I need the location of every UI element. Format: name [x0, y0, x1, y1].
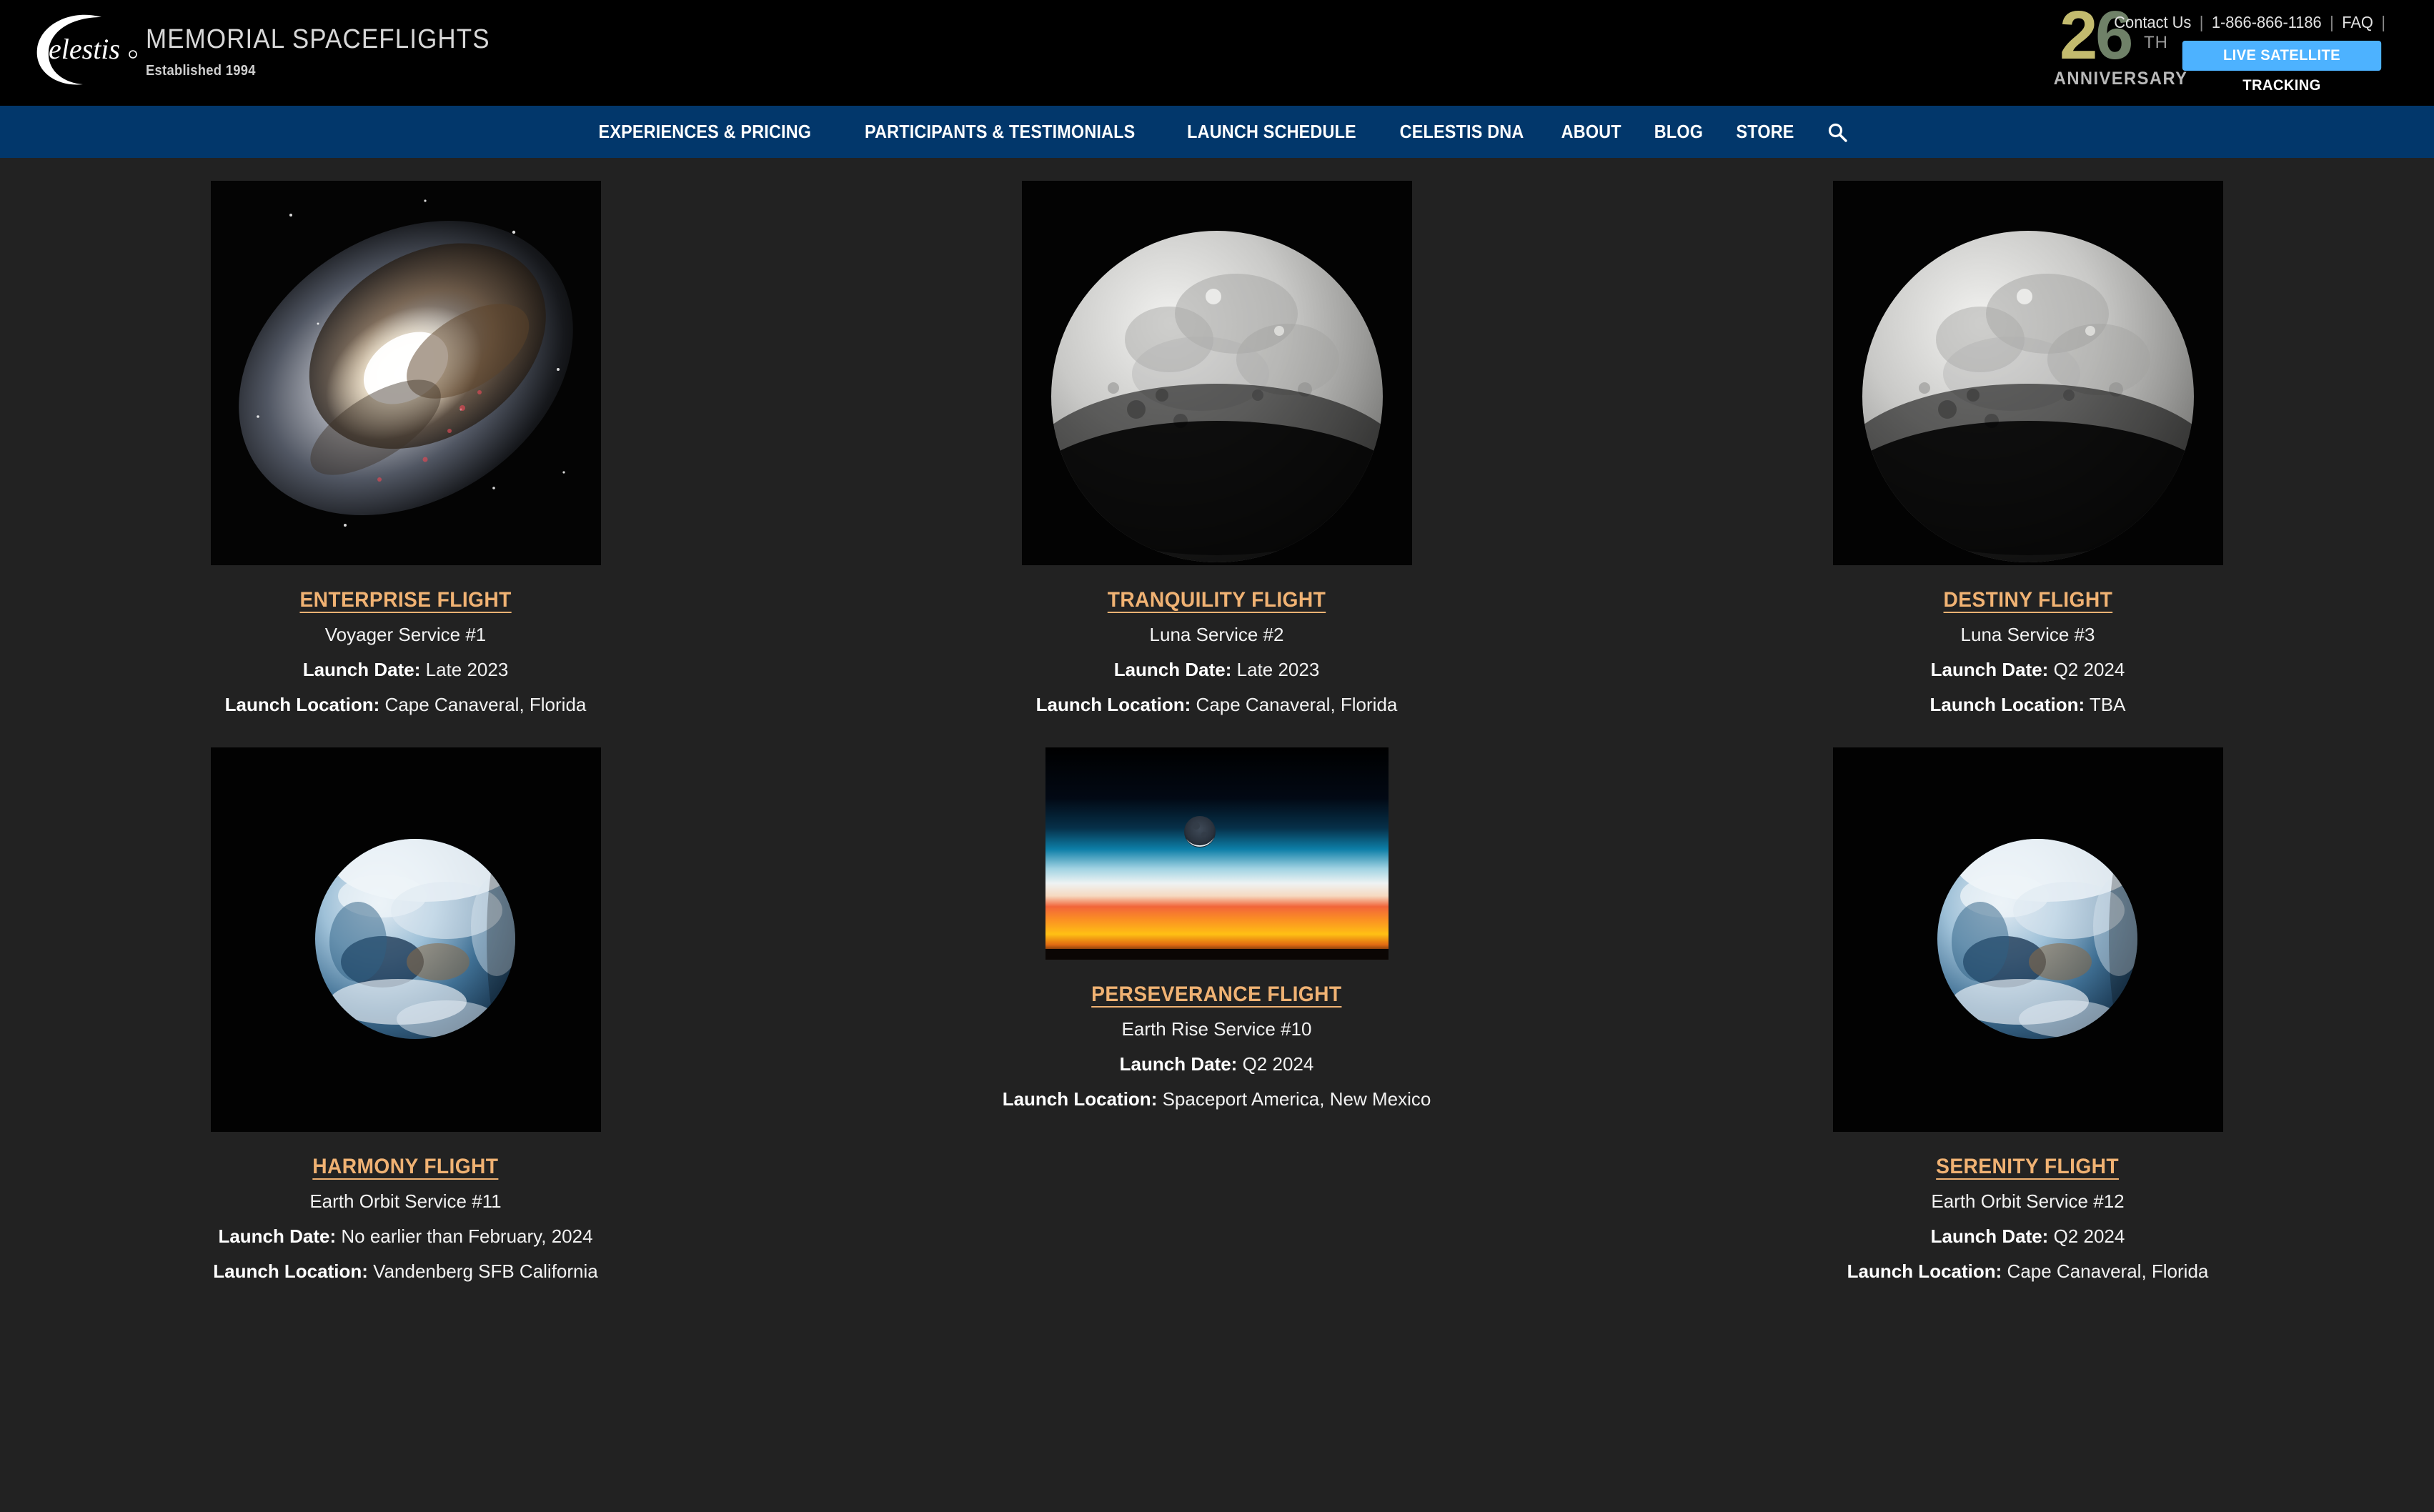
nav-item-store[interactable]: STORE	[1724, 121, 1807, 143]
launch-date-value: Q2 2024	[2054, 1225, 2125, 1247]
launch-location-value: Spaceport America, New Mexico	[1163, 1088, 1431, 1110]
flight-launch-date: Launch Date: Q2 2024	[1622, 1225, 2433, 1248]
launch-date-value: No earlier than February, 2024	[341, 1225, 592, 1247]
link-separator-3: |	[2381, 13, 2385, 32]
flight-caption: TRANQUILITY FLIGHT Luna Service #2 Launc…	[811, 588, 1622, 716]
search-icon[interactable]	[1811, 121, 1861, 143]
flight-service: Earth Orbit Service #12	[1622, 1190, 2433, 1213]
flight-caption: PERSEVERANCE FLIGHT Earth Rise Service #…	[811, 983, 1622, 1110]
launch-date-label: Launch Date:	[1931, 659, 2049, 680]
flight-launch-location: Launch Location: TBA	[1622, 694, 2433, 716]
brand-title: MEMORIAL SPACEFLIGHTS	[146, 26, 490, 53]
flight-title-link[interactable]: TRANQUILITY FLIGHT	[1108, 588, 1326, 612]
flight-row-1: ENTERPRISE FLIGHT Voyager Service #1 Lau…	[0, 159, 2434, 716]
utility-links: Contact Us | 1-866-866-1186 | FAQ |	[2162, 13, 2386, 32]
flight-launch-location: Launch Location: Cape Canaveral, Florida	[811, 694, 1622, 716]
site-header: elestis MEMORIAL SPACEFLIGHTS Establishe…	[0, 0, 2434, 106]
flight-card: ENTERPRISE FLIGHT Voyager Service #1 Lau…	[0, 159, 811, 716]
flight-title-link[interactable]: ENTERPRISE FLIGHT	[299, 588, 511, 612]
launch-date-label: Launch Date:	[303, 659, 421, 680]
launch-date-value: Late 2023	[1237, 659, 1320, 680]
flight-launch-location: Launch Location: Cape Canaveral, Florida	[0, 694, 811, 716]
launch-location-value: Vandenberg SFB California	[373, 1260, 598, 1282]
flight-launch-location: Launch Location: Cape Canaveral, Florida	[1622, 1260, 2433, 1283]
flight-launch-location: Launch Location: Vandenberg SFB Californ…	[0, 1260, 811, 1283]
flight-launch-location: Launch Location: Spaceport America, New …	[811, 1088, 1622, 1110]
launch-location-label: Launch Location:	[1847, 1260, 2002, 1282]
live-satellite-tracking-button[interactable]: LIVE SATELLITE TRACKING	[2182, 41, 2381, 71]
anniversary-digit-second: 6	[2095, 1, 2133, 70]
launch-location-value: Cape Canaveral, Florida	[385, 694, 587, 715]
flight-service: Luna Service #2	[811, 624, 1622, 646]
moonrise-over-earth-limb-photo[interactable]	[1045, 747, 1389, 960]
launch-location-label: Launch Location:	[213, 1260, 368, 1282]
launch-date-value: Q2 2024	[2054, 659, 2125, 680]
flight-launch-date: Launch Date: Late 2023	[0, 659, 811, 681]
flight-card: HARMONY FLIGHT Earth Orbit Service #11 L…	[0, 716, 811, 1283]
flight-caption: DESTINY FLIGHT Luna Service #3 Launch Da…	[1622, 588, 2433, 716]
nav-item-participants-and-testimonials[interactable]: PARTICIPANTS & TESTIMONIALS	[853, 121, 1148, 143]
flight-grid: ENTERPRISE FLIGHT Voyager Service #1 Lau…	[0, 158, 2434, 1283]
celestis-swoosh-logo-icon[interactable]: elestis	[27, 7, 141, 93]
nav-item-launch-schedule[interactable]: LAUNCH SCHEDULE	[1175, 121, 1368, 143]
waning-gibbous-moon-photo[interactable]	[1022, 181, 1412, 565]
phone-number-link[interactable]: 1-866-866-1186	[2203, 13, 2330, 32]
nav-item-about[interactable]: ABOUT	[1549, 121, 1633, 143]
flight-card: TRANQUILITY FLIGHT Luna Service #2 Launc…	[811, 159, 1622, 716]
nav-item-experiences-and-pricing[interactable]: EXPERIENCES & PRICING	[586, 121, 823, 143]
flight-caption: HARMONY FLIGHT Earth Orbit Service #11 L…	[0, 1155, 811, 1283]
launch-location-label: Launch Location:	[1929, 694, 2085, 715]
flight-title-link[interactable]: SERENITY FLIGHT	[1937, 1155, 2120, 1179]
header-utility-area: Contact Us | 1-866-866-1186 | FAQ | LIVE…	[2150, 13, 2385, 71]
flight-caption: SERENITY FLIGHT Earth Orbit Service #12 …	[1622, 1155, 2433, 1283]
flight-title-link[interactable]: DESTINY FLIGHT	[1943, 588, 2112, 612]
flight-service: Earth Orbit Service #11	[0, 1190, 811, 1213]
flight-card: DESTINY FLIGHT Luna Service #3 Launch Da…	[1622, 159, 2433, 716]
launch-date-label: Launch Date:	[1114, 659, 1232, 680]
launch-date-label: Launch Date:	[1120, 1053, 1238, 1075]
launch-location-label: Launch Location:	[1036, 694, 1191, 715]
main-navigation: EXPERIENCES & PRICING PARTICIPANTS & TES…	[0, 106, 2434, 158]
flight-title-link[interactable]: HARMONY FLIGHT	[312, 1155, 498, 1179]
flight-launch-date: Launch Date: Q2 2024	[811, 1053, 1622, 1075]
launch-date-value: Q2 2024	[1243, 1053, 1314, 1075]
anniversary-word: ANNIVERSARY	[2054, 69, 2156, 89]
spiral-galaxy-photo[interactable]	[211, 181, 601, 565]
waning-gibbous-moon-photo[interactable]	[1833, 181, 2223, 565]
earth-from-space-photo[interactable]	[211, 747, 601, 1132]
earth-from-space-photo[interactable]	[1833, 747, 2223, 1132]
flight-row-2: HARMONY FLIGHT Earth Orbit Service #11 L…	[0, 716, 2434, 1283]
flight-card: PERSEVERANCE FLIGHT Earth Rise Service #…	[811, 716, 1622, 1283]
launch-date-label: Launch Date:	[218, 1225, 336, 1247]
brand-subtitle: Established 1994	[146, 63, 490, 79]
faq-link[interactable]: FAQ	[2334, 13, 2382, 32]
launch-location-label: Launch Location:	[1003, 1088, 1158, 1110]
anniversary-digit-first: 2	[2060, 1, 2097, 70]
flight-service: Luna Service #3	[1622, 624, 2433, 646]
flight-service: Voyager Service #1	[0, 624, 811, 646]
launch-location-label: Launch Location:	[225, 694, 380, 715]
flight-launch-date: Launch Date: Late 2023	[811, 659, 1622, 681]
flight-launch-date: Launch Date: Q2 2024	[1622, 659, 2433, 681]
flight-service: Earth Rise Service #10	[811, 1018, 1622, 1040]
flight-caption: ENTERPRISE FLIGHT Voyager Service #1 Lau…	[0, 588, 811, 716]
brand-lockup[interactable]: elestis MEMORIAL SPACEFLIGHTS Establishe…	[27, 7, 520, 93]
flight-title-link[interactable]: PERSEVERANCE FLIGHT	[1091, 983, 1341, 1007]
launch-location-value: TBA	[2090, 694, 2126, 715]
nav-item-blog[interactable]: BLOG	[1642, 121, 1716, 143]
launch-date-label: Launch Date:	[1931, 1225, 2049, 1247]
flight-launch-date: Launch Date: No earlier than February, 2…	[0, 1225, 811, 1248]
launch-date-value: Late 2023	[426, 659, 509, 680]
flight-card: SERENITY FLIGHT Earth Orbit Service #12 …	[1622, 716, 2433, 1283]
launch-location-value: Cape Canaveral, Florida	[1196, 694, 1398, 715]
nav-item-celestis-dna[interactable]: CELESTIS DNA	[1387, 121, 1536, 143]
contact-us-link[interactable]: Contact Us	[2106, 13, 2200, 32]
svg-text:elestis: elestis	[49, 33, 120, 65]
launch-location-value: Cape Canaveral, Florida	[2007, 1260, 2209, 1282]
